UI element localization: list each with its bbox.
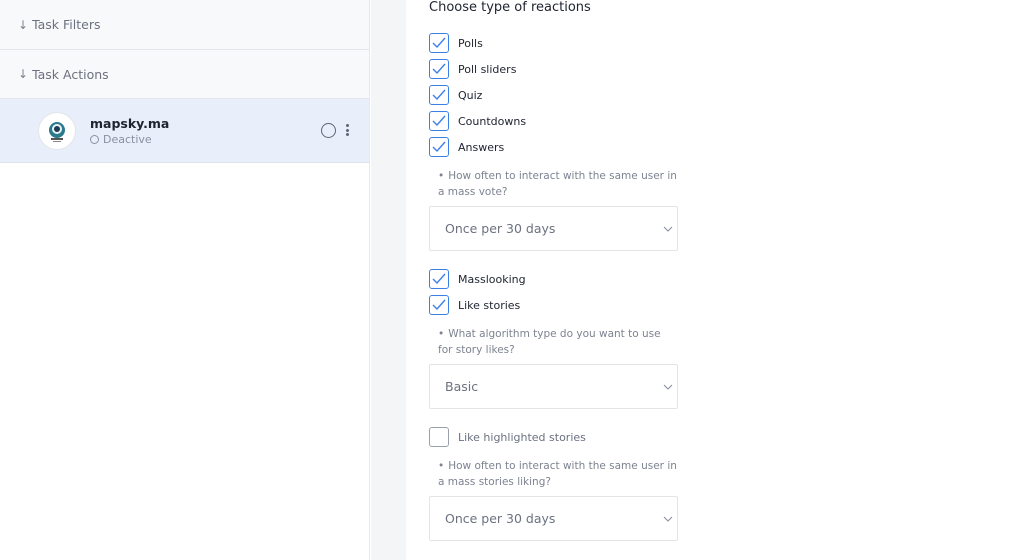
status-circle-icon (90, 134, 99, 144)
masslooking-option[interactable]: Masslooking (429, 269, 526, 289)
stories-frequency-select[interactable]: Once per 30 days (429, 496, 678, 541)
account-status-label: Deactive (103, 132, 152, 146)
chevron-down-icon (663, 384, 673, 390)
countdowns-label: Countdowns (458, 114, 527, 128)
checkbox[interactable] (429, 137, 449, 157)
like-highlighted-label: Like highlighted stories (458, 430, 586, 444)
answers-option[interactable]: Answers (429, 137, 504, 157)
more-options-icon[interactable] (344, 122, 350, 138)
task-filters-header[interactable]: ↓ Task Filters (0, 0, 369, 50)
mass-vote-hint: • How often to interact with the same use… (438, 170, 677, 198)
status-toggle-icon[interactable] (321, 123, 336, 138)
quiz-option[interactable]: Quiz (429, 85, 482, 105)
avatar (38, 111, 76, 150)
task-filters-label: Task Filters (32, 17, 101, 32)
mass-vote-frequency-select[interactable]: Once per 30 days (429, 206, 678, 251)
chevron-down-icon (663, 226, 673, 232)
task-actions-header[interactable]: ↓ Task Actions (0, 50, 369, 99)
polls-label: Polls (458, 36, 483, 50)
algorithm-hint: • What algorithm type do you want to use … (438, 328, 661, 356)
masslooking-label: Masslooking (458, 272, 526, 286)
polls-option[interactable]: Polls (429, 33, 483, 53)
checkbox[interactable] (429, 295, 449, 315)
select-value: Once per 30 days (445, 511, 556, 526)
arrow-down-icon: ↓ (18, 17, 29, 32)
like-highlighted-option[interactable]: Like highlighted stories (429, 427, 586, 447)
poll-sliders-label: Poll sliders (458, 62, 517, 76)
gutter (371, 0, 406, 560)
checkbox[interactable] (429, 85, 449, 105)
sidebar: ↓ Task Filters ↓ Task Actions mapsky.ma … (0, 0, 370, 560)
select-value: Basic (445, 379, 479, 394)
quiz-label: Quiz (458, 88, 483, 102)
account-name: mapsky.ma (90, 115, 170, 131)
checkbox[interactable] (429, 33, 449, 53)
astronaut-logo-icon (49, 121, 65, 142)
poll-sliders-option[interactable]: Poll sliders (429, 59, 516, 79)
algorithm-type-select[interactable]: Basic (429, 364, 678, 409)
countdowns-option[interactable]: Countdowns (429, 111, 526, 131)
select-value: Once per 30 days (445, 221, 556, 236)
reactions-title: Choose type of reactions (429, 0, 591, 15)
checkbox[interactable] (429, 427, 449, 447)
checkbox[interactable] (429, 59, 449, 79)
chevron-down-icon (663, 516, 673, 522)
like-stories-label: Like stories (458, 298, 521, 312)
account-row[interactable]: mapsky.ma Deactive (0, 99, 369, 163)
answers-label: Answers (458, 140, 505, 154)
task-actions-label: Task Actions (32, 66, 109, 82)
checkbox[interactable] (429, 269, 449, 289)
like-stories-option[interactable]: Like stories (429, 295, 520, 315)
stories-frequency-hint: • How often to interact with the same use… (438, 460, 677, 488)
arrow-down-icon: ↓ (18, 67, 29, 81)
reactions-panel: Choose type of reactions Polls Poll slid… (406, 0, 1024, 560)
account-status: Deactive (90, 133, 169, 146)
checkbox[interactable] (429, 111, 449, 131)
